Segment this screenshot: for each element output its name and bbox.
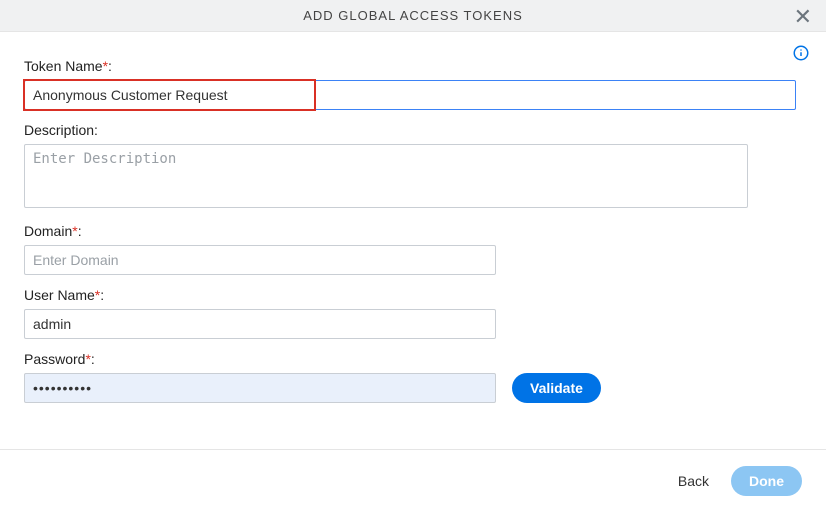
field-username: User Name*: [24, 287, 802, 339]
label-text: Domain [24, 223, 72, 239]
password-label: Password*: [24, 351, 802, 367]
token-name-label: Token Name*: [24, 58, 802, 74]
field-description: Description: [24, 122, 802, 211]
label-colon: : [100, 287, 104, 303]
password-input[interactable] [24, 373, 496, 403]
dialog-title: ADD GLOBAL ACCESS TOKENS [303, 8, 523, 23]
dialog-add-global-access-tokens: ADD GLOBAL ACCESS TOKENS ✕ Token Name*: … [0, 0, 826, 514]
label-colon: : [108, 58, 112, 74]
back-button[interactable]: Back [674, 467, 713, 495]
description-input[interactable] [24, 144, 748, 208]
validate-button[interactable]: Validate [512, 373, 601, 403]
description-label: Description: [24, 122, 802, 138]
username-label: User Name*: [24, 287, 802, 303]
domain-label: Domain*: [24, 223, 802, 239]
label-text: Password [24, 351, 85, 367]
domain-input[interactable] [24, 245, 496, 275]
field-password: Password*: Validate [24, 351, 802, 403]
label-colon: : [91, 351, 95, 367]
label-text: Token Name [24, 58, 103, 74]
token-name-input[interactable] [24, 80, 796, 110]
info-icon[interactable] [792, 44, 810, 62]
done-button[interactable]: Done [731, 466, 802, 496]
label-colon: : [78, 223, 82, 239]
dialog-content: Token Name*: Description: Domain*: User … [0, 32, 826, 425]
close-icon[interactable]: ✕ [790, 4, 816, 30]
field-domain: Domain*: [24, 223, 802, 275]
username-input[interactable] [24, 309, 496, 339]
dialog-footer: Back Done [0, 450, 826, 514]
label-text: User Name [24, 287, 95, 303]
titlebar: ADD GLOBAL ACCESS TOKENS ✕ [0, 0, 826, 32]
field-token-name: Token Name*: [24, 58, 802, 110]
